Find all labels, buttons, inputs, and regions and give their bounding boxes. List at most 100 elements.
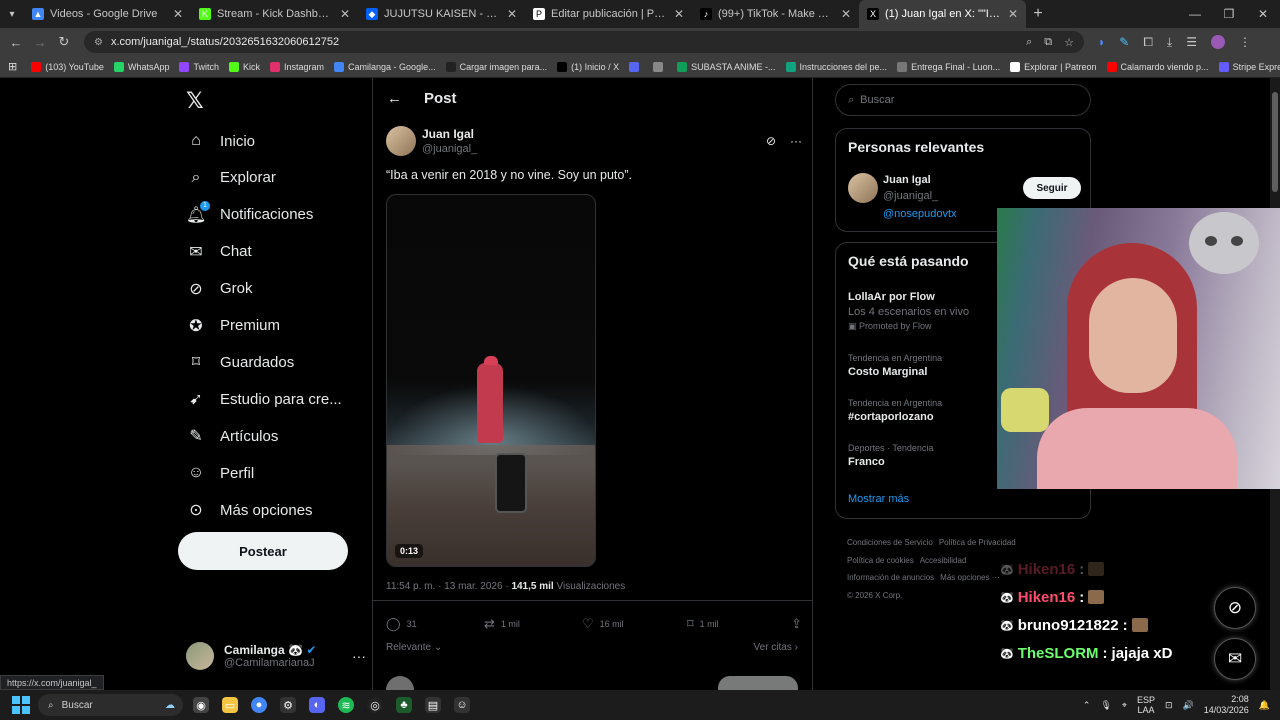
apps-grid-icon[interactable]: ⊞: [8, 60, 17, 73]
extension-icon[interactable]: ✎: [1119, 35, 1129, 49]
x-logo-icon[interactable]: 𝕏: [186, 88, 204, 114]
back-icon[interactable]: ←: [4, 35, 28, 50]
footer-link[interactable]: Accesibilidad: [920, 556, 967, 565]
nav-item-estudio-para-cre[interactable]: ➹ Estudio para cre...: [186, 381, 341, 417]
footer-link[interactable]: Política de Privacidad: [939, 538, 1016, 547]
clock[interactable]: 2:08 14/03/2026: [1204, 694, 1249, 716]
bookmark-button[interactable]: ⌑ 1 mil: [687, 616, 785, 632]
author-handle[interactable]: @juanigal_: [422, 143, 477, 155]
minimize-icon[interactable]: —: [1178, 7, 1212, 21]
tab-groups-icon[interactable]: ☰: [1186, 35, 1197, 49]
browser-tab[interactable]: ♪ (99+) TikTok - Make Your Day ✕: [692, 0, 859, 28]
notifications-icon[interactable]: 🔔: [1259, 700, 1270, 711]
browser-tab[interactable]: P Editar publicación | Patreon ✕: [525, 0, 692, 28]
app-icon[interactable]: ♣: [396, 697, 412, 713]
share-icon[interactable]: ⇪: [791, 616, 802, 632]
footer-link[interactable]: Más opciones ···: [940, 573, 1000, 582]
close-tab-icon[interactable]: ✕: [340, 7, 350, 21]
author-name[interactable]: Juan Igal: [422, 127, 477, 141]
close-tab-icon[interactable]: ✕: [507, 7, 517, 21]
volume-icon[interactable]: 🔊: [1183, 700, 1194, 711]
extensions-puzzle-icon[interactable]: ⧠: [1143, 35, 1153, 50]
discord-icon[interactable]: ◐: [309, 697, 325, 713]
bio-mention-link[interactable]: @nosepudovtx: [883, 208, 957, 220]
obs-icon[interactable]: ◎: [367, 697, 383, 713]
bookmark-item[interactable]: (1) Inicio / X: [557, 61, 619, 72]
close-window-icon[interactable]: ✕: [1246, 7, 1280, 21]
app-icon[interactable]: ⚙: [280, 697, 296, 713]
scrollbar-thumb[interactable]: [1272, 92, 1278, 192]
new-tab-button[interactable]: +: [1026, 5, 1050, 23]
download-icon[interactable]: ⤓: [1167, 35, 1172, 50]
browser-tab[interactable]: ◆ JUJUTSU KAISEN - Dropbox ✕: [358, 0, 525, 28]
browser-tab[interactable]: X (1) Juan Igal en X: ""Iba a venir ✕: [859, 0, 1026, 28]
post-timestamp[interactable]: 11:54 p. m. · 13 mar. 2026 ·: [386, 581, 511, 592]
file-explorer-icon[interactable]: ▭: [222, 697, 238, 713]
footer-link[interactable]: Política de cookies: [847, 556, 914, 565]
bookmark-item[interactable]: Instrucciones del pe...: [785, 61, 887, 72]
reply-sort-dropdown[interactable]: Relevante ⌄: [386, 642, 442, 653]
nav-item-perfil[interactable]: ☺ Perfil: [186, 455, 254, 491]
like-button[interactable]: ♡ 16 mil: [582, 616, 687, 632]
avatar[interactable]: [386, 126, 416, 156]
bookmark-item[interactable]: [629, 61, 643, 72]
install-app-icon[interactable]: ⧉: [1044, 36, 1052, 49]
account-more-icon[interactable]: ···: [352, 648, 366, 664]
browser-tab[interactable]: K Stream - Kick Dashboard ✕: [191, 0, 358, 28]
forward-icon[interactable]: →: [28, 35, 52, 50]
url-input[interactable]: ⚙ x.com/juanigal_/status/203265163206061…: [84, 31, 1084, 53]
bookmark-item[interactable]: Instagram: [270, 61, 324, 72]
nav-item-artículos[interactable]: ✎ Artículos: [186, 418, 278, 454]
profile-avatar[interactable]: [1211, 35, 1225, 49]
nav-item-notificaciones[interactable]: 🔔︎ 1 Notificaciones: [186, 197, 313, 233]
tray-overflow-icon[interactable]: ⌃: [1083, 700, 1091, 711]
app-icon[interactable]: ☺: [454, 697, 470, 713]
microphone-icon[interactable]: 🎙: [1100, 700, 1111, 711]
post-button[interactable]: Postear: [178, 532, 348, 570]
close-tab-icon[interactable]: ✕: [173, 7, 183, 21]
reload-icon[interactable]: ↻: [52, 34, 76, 50]
nav-item-premium[interactable]: ✪ Premium: [186, 308, 280, 344]
avatar[interactable]: [848, 173, 878, 203]
show-more-link[interactable]: Mostrar más: [848, 493, 909, 505]
bookmark-item[interactable]: Entrega Final - Luon...: [897, 61, 1000, 72]
chrome-icon[interactable]: ●: [251, 697, 267, 713]
bookmark-item[interactable]: Twitch: [179, 61, 219, 72]
search-input[interactable]: ⌕ Buscar: [835, 84, 1091, 116]
bookmark-item[interactable]: [653, 61, 667, 72]
repost-button[interactable]: ⇄ 1 mil: [484, 616, 582, 632]
follow-button[interactable]: Seguir: [1023, 177, 1081, 199]
language-indicator[interactable]: ESP LAA: [1137, 695, 1155, 715]
menu-kebab-icon[interactable]: ⋮: [1239, 35, 1251, 49]
maximize-icon[interactable]: ❐: [1212, 7, 1246, 21]
post-more-icon[interactable]: ···: [790, 134, 802, 148]
reply-button[interactable]: ◯ 31: [386, 616, 484, 632]
spotify-icon[interactable]: ≋: [338, 697, 354, 713]
bookmark-item[interactable]: Calamardo viendo p...: [1106, 61, 1209, 72]
bookmark-item[interactable]: Explorar | Patreon: [1010, 61, 1097, 72]
messages-floating-button[interactable]: ✉: [1214, 638, 1256, 680]
video-player[interactable]: 0:13: [386, 194, 596, 567]
back-arrow-icon[interactable]: ←: [387, 90, 402, 107]
bookmark-item[interactable]: Cargar imagen para...: [445, 61, 547, 72]
relevant-user-handle[interactable]: @juanigal_: [883, 190, 938, 202]
location-icon[interactable]: ⌖: [1122, 700, 1127, 711]
bookmark-item[interactable]: (103) YouTube: [31, 61, 104, 72]
app-icon[interactable]: ▤: [425, 697, 441, 713]
browser-tab[interactable]: ▲ Videos - Google Drive ✕: [24, 0, 191, 28]
close-tab-icon[interactable]: ✕: [674, 7, 684, 21]
tab-search-icon[interactable]: ▾: [0, 0, 24, 28]
relevant-user-name[interactable]: Juan Igal: [883, 174, 931, 186]
close-tab-icon[interactable]: ✕: [1008, 7, 1018, 21]
nav-item-guardados[interactable]: ⌑ Guardados: [186, 344, 294, 380]
grok-floating-button[interactable]: ⊘: [1214, 587, 1256, 629]
bookmark-item[interactable]: Kick: [228, 61, 260, 72]
nav-item-grok[interactable]: ⊘ Grok: [186, 271, 252, 307]
bookmark-item[interactable]: WhatsApp: [113, 61, 169, 72]
nav-item-chat[interactable]: ✉ Chat: [186, 234, 251, 270]
account-switcher[interactable]: Camilanga 🐼 ✔ @CamilamarianaJ ···: [186, 640, 366, 672]
app-icon[interactable]: ◉: [193, 697, 209, 713]
taskbar-search-input[interactable]: ⌕ Buscar ☁: [38, 694, 183, 716]
zoom-icon[interactable]: ⌕: [1026, 36, 1032, 49]
network-icon[interactable]: ⊡: [1165, 700, 1173, 711]
